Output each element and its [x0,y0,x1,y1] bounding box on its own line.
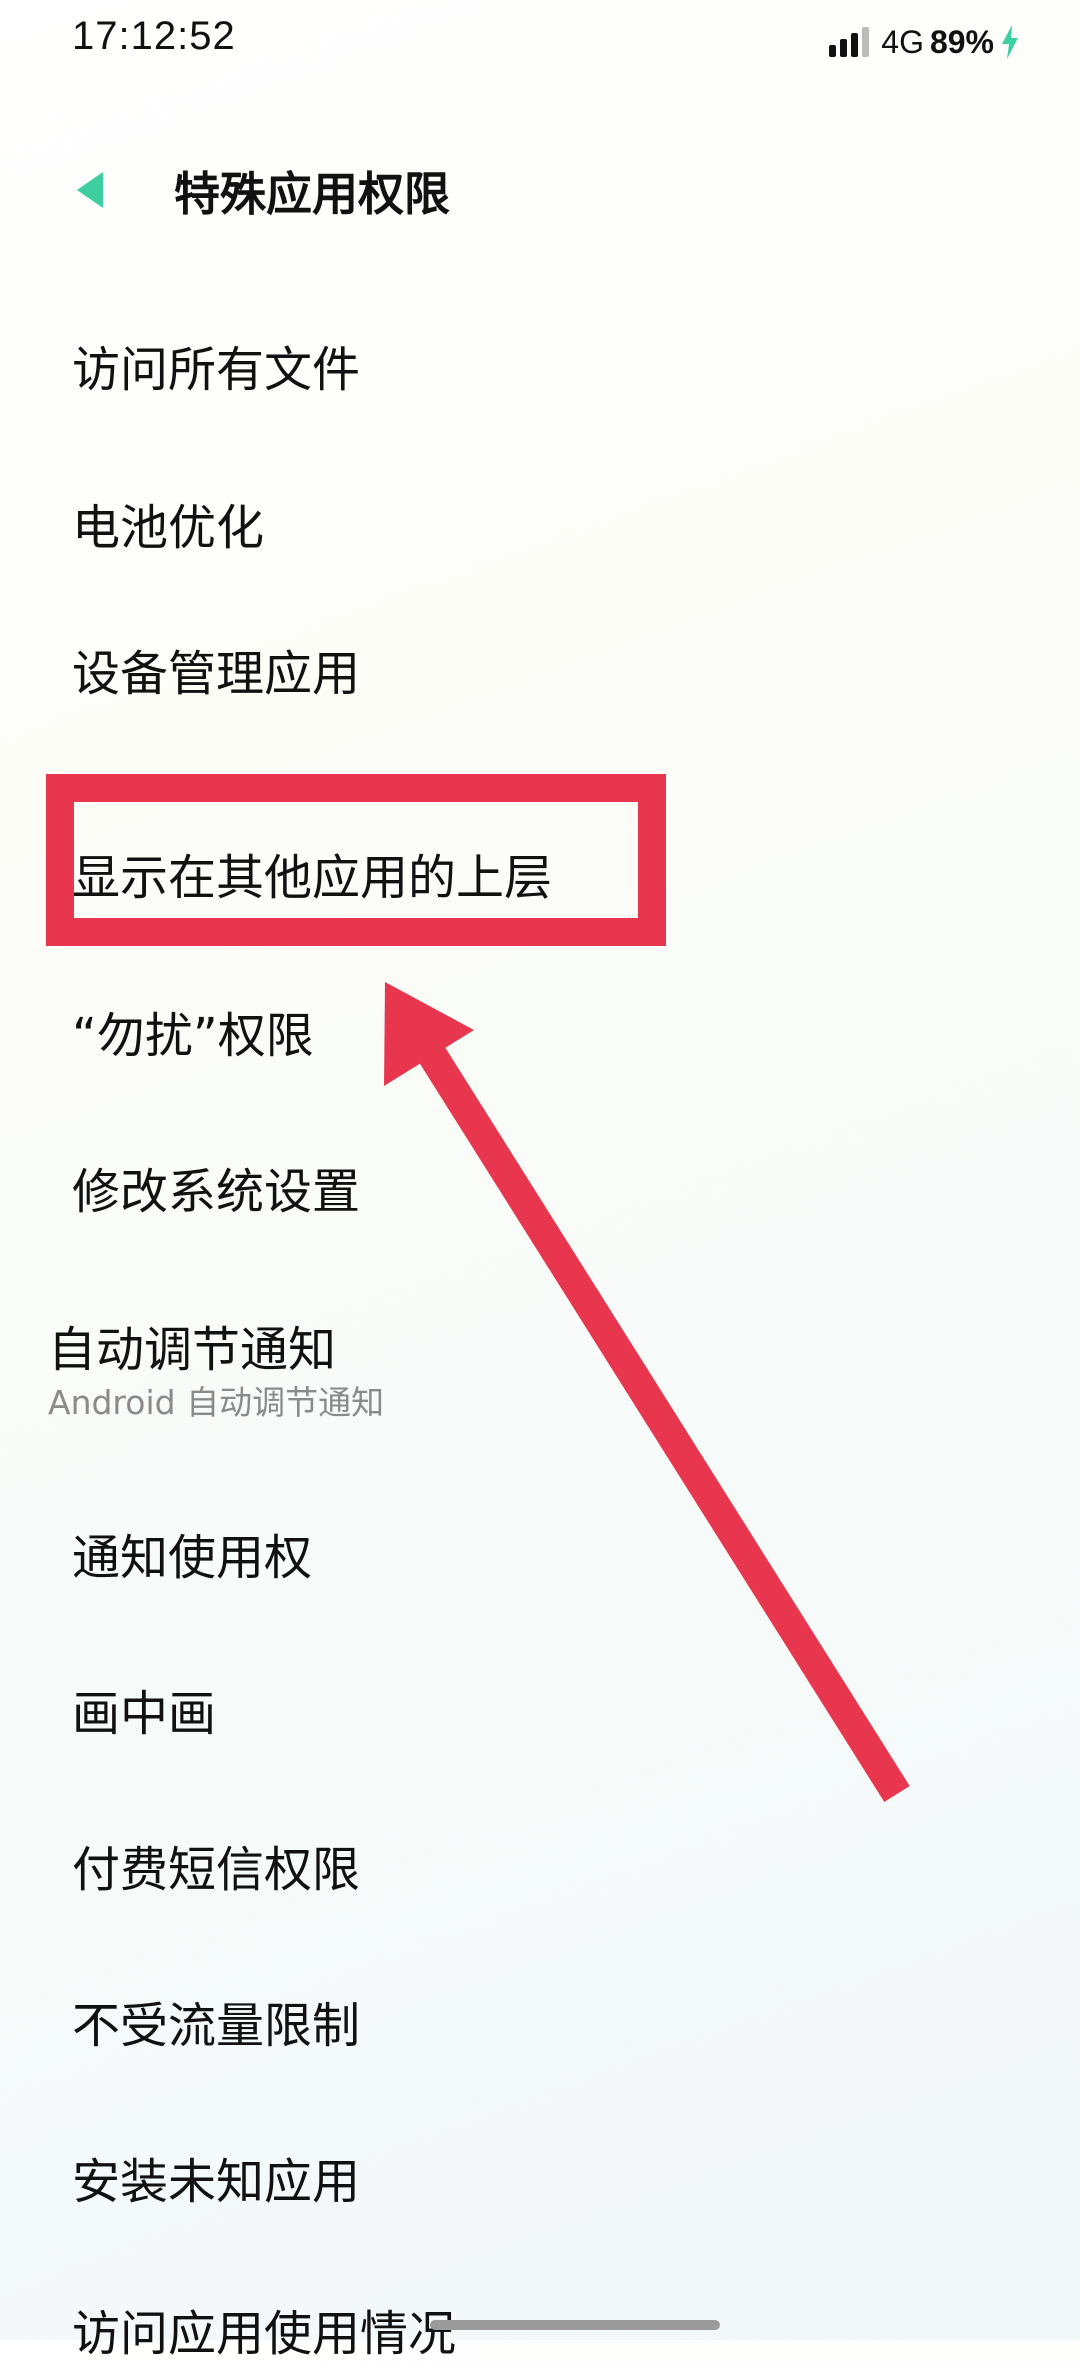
back-arrow-icon [77,172,103,208]
menu-item-usage-access[interactable]: 访问应用使用情况 [72,2294,456,2364]
app-bar: 特殊应用权限 [0,140,1080,240]
status-bar: 17:12:52 4G 89% [0,0,1080,84]
menu-item-modify-system-settings[interactable]: 修改系统设置 [72,1152,360,1222]
network-type: 4G [881,23,924,60]
menu-item-install-unknown-apps[interactable]: 安装未知应用 [72,2142,360,2212]
menu-item-picture-in-picture[interactable]: 画中画 [72,1674,216,1744]
back-button[interactable] [62,162,118,218]
menu-item-display-over-other-apps[interactable]: 显示在其他应用的上层 [72,838,552,908]
page-title: 特殊应用权限 [174,167,450,221]
charging-icon [1000,25,1020,59]
menu-item-device-admin-apps[interactable]: 设备管理应用 [72,634,360,704]
menu-item-adaptive-notifications-subtitle: Android 自动调节通知 [48,1383,385,1422]
menu-item-notification-access[interactable]: 通知使用权 [72,1518,312,1588]
status-icons: 4G 89% [829,20,1020,64]
signal-icon [829,27,870,57]
menu-item-adaptive-notifications[interactable]: 自动调节通知 [48,1310,336,1380]
menu-item-do-not-disturb-access[interactable]: “勿扰”权限 [72,996,314,1066]
battery-level: 89% [929,23,994,60]
menu-item-premium-sms-access[interactable]: 付费短信权限 [72,1830,360,1900]
status-time: 17:12:52 [72,14,236,58]
menu-item-unrestricted-data[interactable]: 不受流量限制 [72,1986,360,2056]
menu-item-battery-optimization[interactable]: 电池优化 [72,488,264,558]
home-indicator[interactable] [430,2320,720,2330]
menu-item-access-all-files[interactable]: 访问所有文件 [72,330,360,400]
